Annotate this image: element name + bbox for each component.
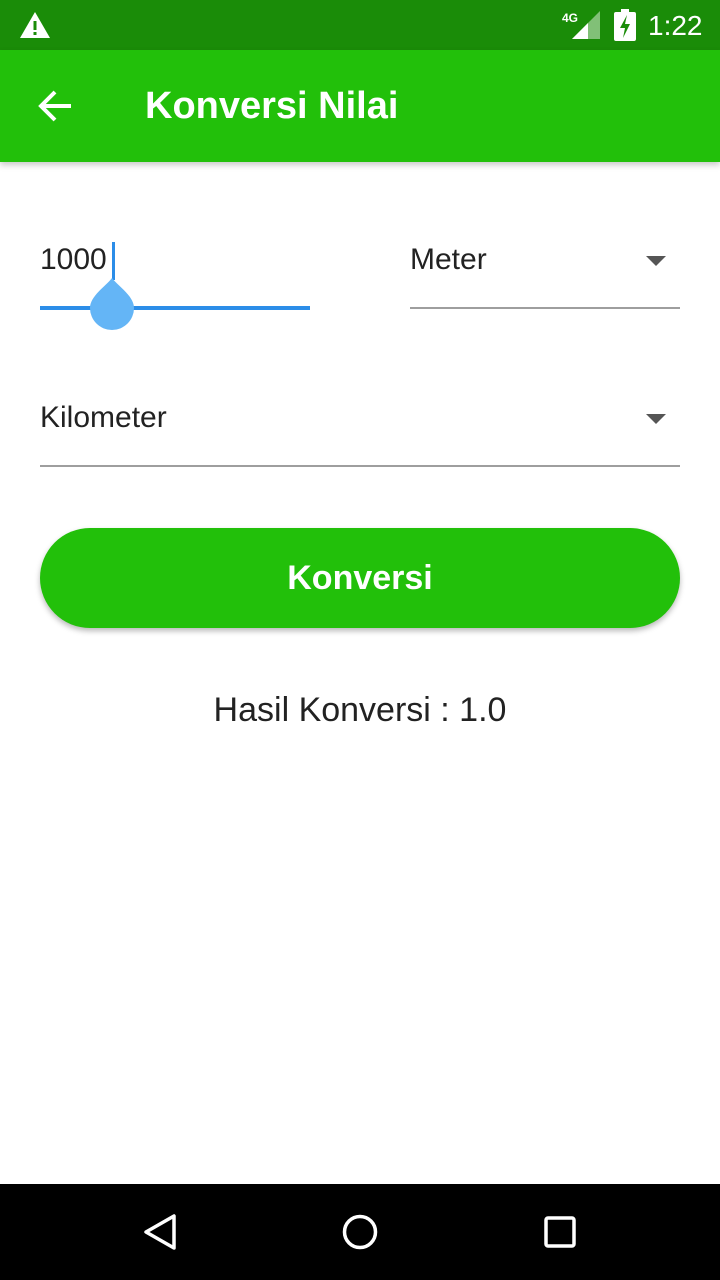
nav-home-button[interactable] xyxy=(336,1208,384,1256)
back-button[interactable] xyxy=(24,74,88,138)
recents-icon xyxy=(544,1216,576,1248)
dropdown-arrow-icon xyxy=(646,414,666,424)
battery-charging-icon xyxy=(614,9,636,41)
nav-back-button[interactable] xyxy=(136,1208,184,1256)
value-input[interactable]: 1000 xyxy=(40,230,310,330)
nav-back-icon xyxy=(144,1214,176,1250)
dropdown-arrow-icon xyxy=(646,256,666,266)
status-time: 1:22 xyxy=(648,10,703,41)
page-title: Konversi Nilai xyxy=(145,85,399,127)
home-icon xyxy=(342,1214,378,1250)
dropdown-underline xyxy=(40,465,680,467)
to-unit-label: Kilometer xyxy=(40,401,167,434)
navigation-bar xyxy=(0,1184,720,1280)
network-type-label: 4G xyxy=(562,11,578,25)
signal-icon: 4G xyxy=(562,11,600,39)
dropdown-underline xyxy=(410,307,680,309)
screen: 4G 1:22 Konversi Nilai 1000 Meter Kilome… xyxy=(0,0,720,1280)
from-unit-label: Meter xyxy=(410,243,487,276)
text-cursor xyxy=(112,242,115,280)
app-bar: Konversi Nilai xyxy=(0,50,720,162)
from-unit-dropdown[interactable]: Meter xyxy=(410,230,680,310)
to-unit-dropdown[interactable]: Kilometer xyxy=(40,388,680,468)
conversion-result: Hasil Konversi : 1.0 xyxy=(213,691,507,729)
convert-button[interactable]: Konversi xyxy=(40,528,680,628)
nav-recents-button[interactable] xyxy=(536,1208,584,1256)
arrow-back-icon xyxy=(38,90,71,122)
cursor-handle-icon[interactable] xyxy=(90,278,134,330)
input-underline xyxy=(40,306,310,310)
value-input-text[interactable]: 1000 xyxy=(40,240,107,280)
warning-icon xyxy=(20,12,50,38)
status-bar: 4G 1:22 xyxy=(0,0,720,50)
